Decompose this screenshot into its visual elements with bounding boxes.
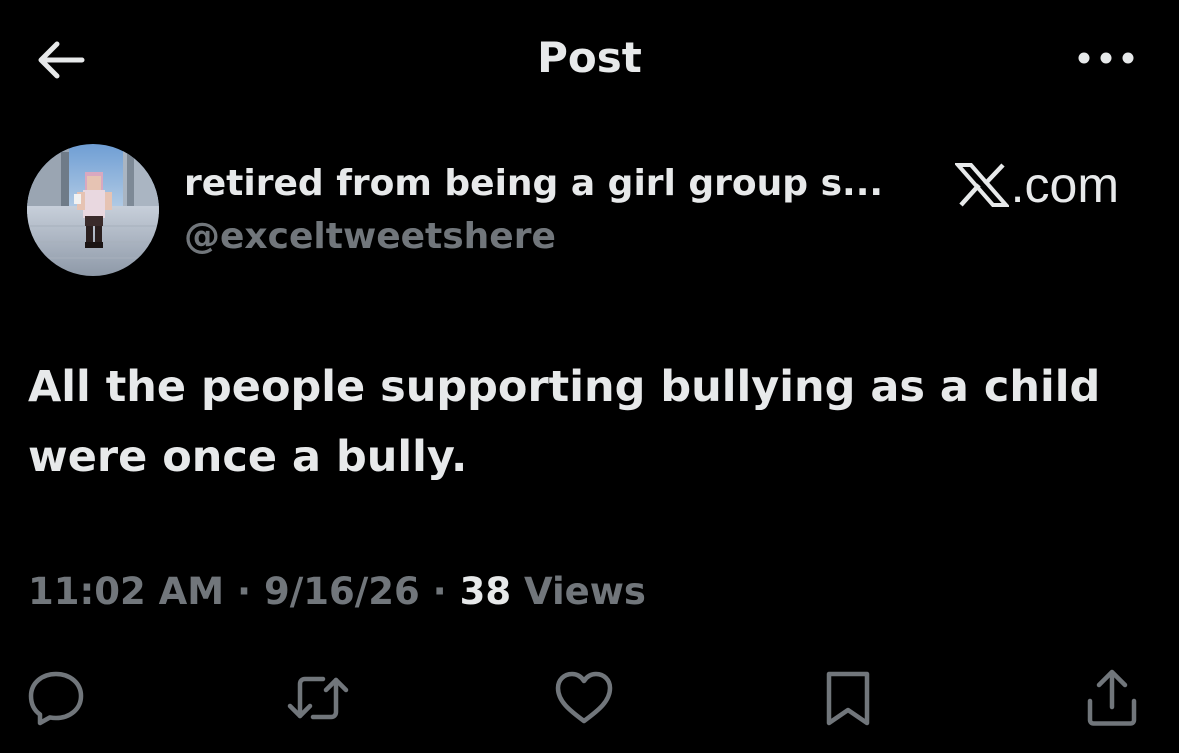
page-title: Post <box>537 33 642 82</box>
post-text: All the people supporting bullying as a … <box>28 362 1101 482</box>
views-count[interactable]: 38 <box>460 570 512 613</box>
repost-icon <box>287 676 349 720</box>
post-time[interactable]: 11:02 AM <box>28 570 224 613</box>
reply-icon <box>28 671 84 726</box>
like-button[interactable] <box>548 662 620 734</box>
more-options-button[interactable] <box>1055 30 1135 86</box>
share-icon <box>1087 669 1137 726</box>
post-metadata: 11:02 AM · 9/16/26 · 38 Views <box>28 566 646 618</box>
bookmark-button[interactable] <box>812 662 884 734</box>
bookmark-icon <box>826 671 870 726</box>
top-bar: Post <box>0 0 1179 116</box>
avatar-image <box>27 144 159 276</box>
avatar[interactable] <box>27 144 159 276</box>
more-horizontal-icon <box>1078 52 1134 64</box>
separator-dot: · <box>432 570 447 613</box>
heart-icon <box>555 671 613 724</box>
action-bar <box>0 650 1179 740</box>
separator-dot: · <box>237 570 252 613</box>
views-label: Views <box>523 570 646 613</box>
share-button[interactable] <box>1076 662 1148 734</box>
display-name[interactable]: retired from being a girl group s... <box>184 159 883 209</box>
brand-text: .com <box>1010 157 1119 213</box>
repost-button[interactable] <box>282 662 354 734</box>
user-handle[interactable]: @exceltweetshere <box>184 212 556 262</box>
brand-watermark: .com <box>954 154 1119 216</box>
reply-button[interactable] <box>20 662 92 734</box>
post-date[interactable]: 9/16/26 <box>264 570 420 613</box>
x-logo-icon <box>954 163 1009 207</box>
